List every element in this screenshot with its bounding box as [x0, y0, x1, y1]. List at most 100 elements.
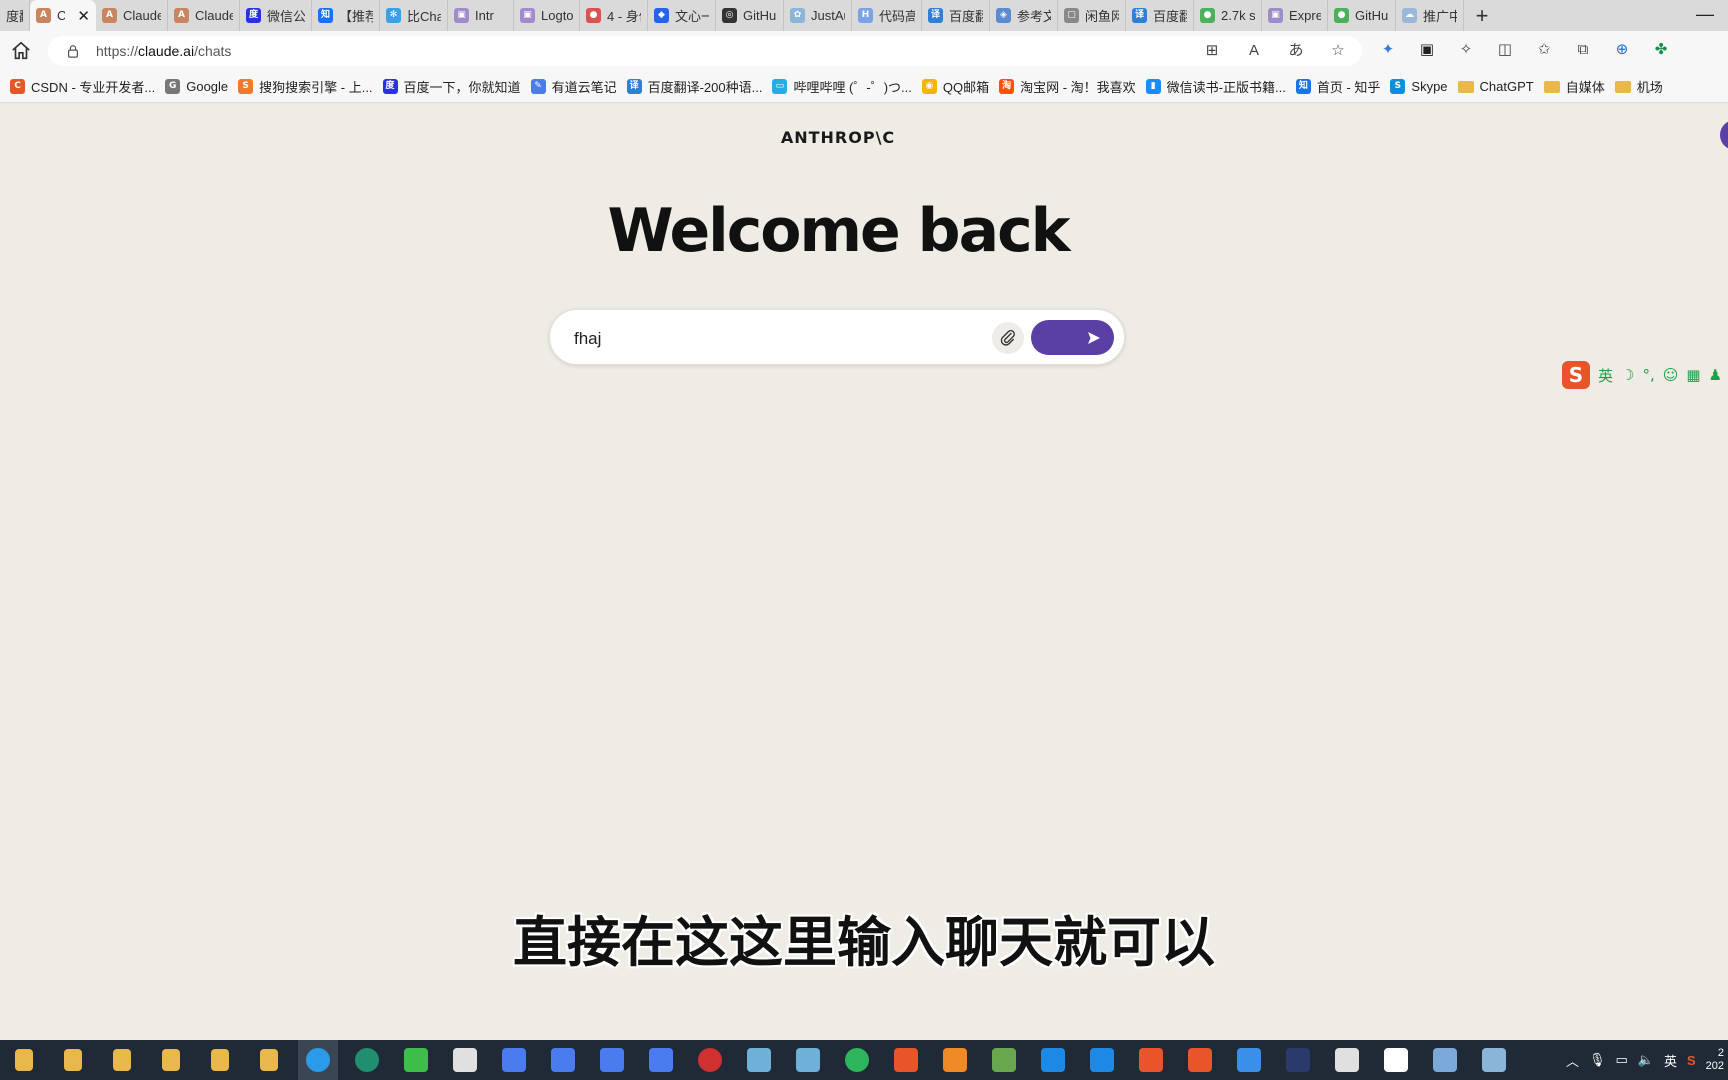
browser-tab[interactable]: 译百度翻: [922, 0, 990, 31]
bookmark-item[interactable]: ▮ 微信读书-正版书籍...: [1145, 77, 1286, 96]
favorites-icon[interactable]: ✩: [1534, 40, 1554, 60]
browser-tab[interactable]: ▣ Intr: [448, 0, 514, 31]
taskbar-note-app[interactable]: [592, 1040, 632, 1080]
translate-icon[interactable]: あ: [1286, 41, 1306, 61]
ime-mode-label[interactable]: 英: [1598, 365, 1613, 386]
ime-emoji-icon[interactable]: ☺: [1663, 366, 1679, 384]
chat-input[interactable]: [572, 324, 956, 354]
bookmark-folder[interactable]: ChatGPT: [1457, 79, 1534, 94]
ime-moon-icon[interactable]: ☽: [1621, 366, 1634, 384]
microphone-icon[interactable]: 🎙: [1589, 1052, 1606, 1068]
bookmark-item[interactable]: 淘淘宝网 - 淘！我喜欢: [999, 77, 1136, 96]
tab-close-icon[interactable]: ✕: [77, 7, 90, 25]
url-text[interactable]: https://claude.ai/chats: [96, 43, 231, 59]
bookmark-item[interactable]: S 搜狗搜索引擎 - 上...: [238, 77, 373, 96]
browser-tab[interactable]: ● 4 - 身份: [580, 0, 648, 31]
bookmark-item[interactable]: 知首页 - 知乎: [1295, 77, 1380, 96]
taskbar-ring-app[interactable]: [837, 1040, 877, 1080]
browser-tab[interactable]: ▣ Logto: [514, 0, 580, 31]
browser-tab[interactable]: ✿ JustAu: [784, 0, 852, 31]
app-available-icon[interactable]: ⊞: [1202, 41, 1222, 61]
extension-blue-icon[interactable]: ✦: [1378, 40, 1398, 60]
browser-tab[interactable]: ◎ GitHub: [716, 0, 784, 31]
taskbar-vscode-app[interactable]: [1082, 1040, 1122, 1080]
side-panel-tab[interactable]: [1720, 120, 1728, 150]
lock-icon[interactable]: [66, 44, 80, 58]
volume-icon[interactable]: 🔈: [1638, 1052, 1654, 1068]
extensions-puzzle-icon[interactable]: ✧: [1456, 40, 1476, 60]
taskbar-notepad-app[interactable]: [984, 1040, 1024, 1080]
read-aloud-icon[interactable]: A: [1244, 41, 1264, 61]
taskbar-file-app[interactable]: [4, 1040, 44, 1080]
taskbar-vscode-app[interactable]: [1033, 1040, 1073, 1080]
taskbar-note-app[interactable]: [494, 1040, 534, 1080]
ime-keyboard-icon[interactable]: ▦: [1686, 366, 1700, 384]
home-icon[interactable]: [10, 40, 32, 62]
taskbar-app-white[interactable]: [445, 1040, 485, 1080]
browser-tab[interactable]: ▢ 闲鱼网: [1058, 0, 1126, 31]
taskbar-wechat-app[interactable]: [396, 1040, 436, 1080]
taskbar-note-app[interactable]: [543, 1040, 583, 1080]
address-bar[interactable]: https://claude.ai/chats ⊞ A あ ☆: [48, 36, 1362, 66]
browser-tab[interactable]: A Claude: [168, 0, 240, 31]
browser-tab[interactable]: A Claude: [96, 0, 168, 31]
taskbar-building-app[interactable]: [1425, 1040, 1465, 1080]
sogou-tray-icon[interactable]: S: [1687, 1053, 1696, 1068]
performance-icon[interactable]: ✤: [1651, 40, 1671, 60]
download-icon[interactable]: ⊕: [1612, 40, 1632, 60]
browser-tab[interactable]: H 代码高: [852, 0, 922, 31]
taskbar-search-app[interactable]: [935, 1040, 975, 1080]
taskbar-folder-app[interactable]: [151, 1040, 191, 1080]
tray-lang-label[interactable]: 英: [1664, 1051, 1677, 1070]
bookmark-item[interactable]: ✎ 有道云笔记: [530, 77, 617, 96]
browser-tab[interactable]: ● GitHub: [1328, 0, 1396, 31]
taskbar-book-app[interactable]: [739, 1040, 779, 1080]
favorite-star-icon[interactable]: ☆: [1328, 41, 1348, 61]
ime-punctuation-icon[interactable]: °,: [1642, 366, 1654, 384]
taskbar-recorder-app[interactable]: [690, 1040, 730, 1080]
browser-tab[interactable]: ✻ 比Chat: [380, 0, 448, 31]
taskbar-typora-app[interactable]: [1376, 1040, 1416, 1080]
taskbar-onedrive-app[interactable]: [1229, 1040, 1269, 1080]
browser-tab[interactable]: A Cla ✕: [30, 0, 96, 31]
new-tab-button[interactable]: +: [1464, 3, 1500, 29]
split-screen-icon[interactable]: ◫: [1495, 40, 1515, 60]
browser-tab[interactable]: ▣ Expres: [1262, 0, 1328, 31]
network-icon[interactable]: ▭: [1615, 1052, 1627, 1068]
taskbar-mail-app[interactable]: [1327, 1040, 1367, 1080]
browser-tab[interactable]: 度微信公: [240, 0, 312, 31]
taskbar-note-app[interactable]: [641, 1040, 681, 1080]
bookmark-folder[interactable]: 自媒体: [1543, 77, 1605, 96]
bookmark-folder[interactable]: 机场: [1614, 77, 1663, 96]
bookmark-item[interactable]: C CSDN - 专业开发者...: [10, 77, 155, 96]
taskbar-git-app[interactable]: [1131, 1040, 1171, 1080]
taskbar-terminal-app[interactable]: [1278, 1040, 1318, 1080]
taskbar-folder-app[interactable]: [200, 1040, 240, 1080]
collections-icon[interactable]: ⧉: [1573, 40, 1593, 60]
browser-tab[interactable]: ◆ 文心一: [648, 0, 716, 31]
taskbar-git-app[interactable]: [1180, 1040, 1220, 1080]
browser-tab[interactable]: 译百度翻: [1126, 0, 1194, 31]
taskbar-folder-app[interactable]: [102, 1040, 142, 1080]
sogou-logo-icon[interactable]: S: [1562, 361, 1590, 389]
bookmark-item[interactable]: 译百度翻译-200种语...: [626, 77, 762, 96]
bookmark-item[interactable]: G Google: [165, 79, 228, 94]
browser-tab[interactable]: 译度翻: [0, 0, 30, 31]
tray-expand-icon[interactable]: ︿: [1566, 1051, 1579, 1070]
taskbar-git-app[interactable]: [886, 1040, 926, 1080]
taskbar-folder-app[interactable]: [53, 1040, 93, 1080]
clock[interactable]: 2 202: [1706, 1047, 1728, 1073]
bookmark-item[interactable]: 度百度一下，你就知道: [382, 77, 521, 96]
bookmark-item[interactable]: S Skype: [1390, 79, 1448, 94]
taskbar-tool-app[interactable]: [1474, 1040, 1514, 1080]
attach-button[interactable]: [992, 322, 1024, 354]
send-button[interactable]: [1031, 320, 1114, 355]
taskbar-edge-dev-app[interactable]: [347, 1040, 387, 1080]
browser-tab[interactable]: ● 2.7k st: [1194, 0, 1262, 31]
browser-tab[interactable]: ☁ 推广中: [1396, 0, 1464, 31]
bookmark-item[interactable]: ◉ QQ邮箱: [921, 77, 989, 96]
ime-user-icon[interactable]: ♟: [1709, 366, 1722, 384]
extension-badge-icon[interactable]: ▣: [1417, 40, 1437, 60]
taskbar-folder-app[interactable]: [249, 1040, 289, 1080]
bookmark-item[interactable]: ▭ 哔哩哔哩 (゜-゜)つ...: [772, 77, 912, 96]
